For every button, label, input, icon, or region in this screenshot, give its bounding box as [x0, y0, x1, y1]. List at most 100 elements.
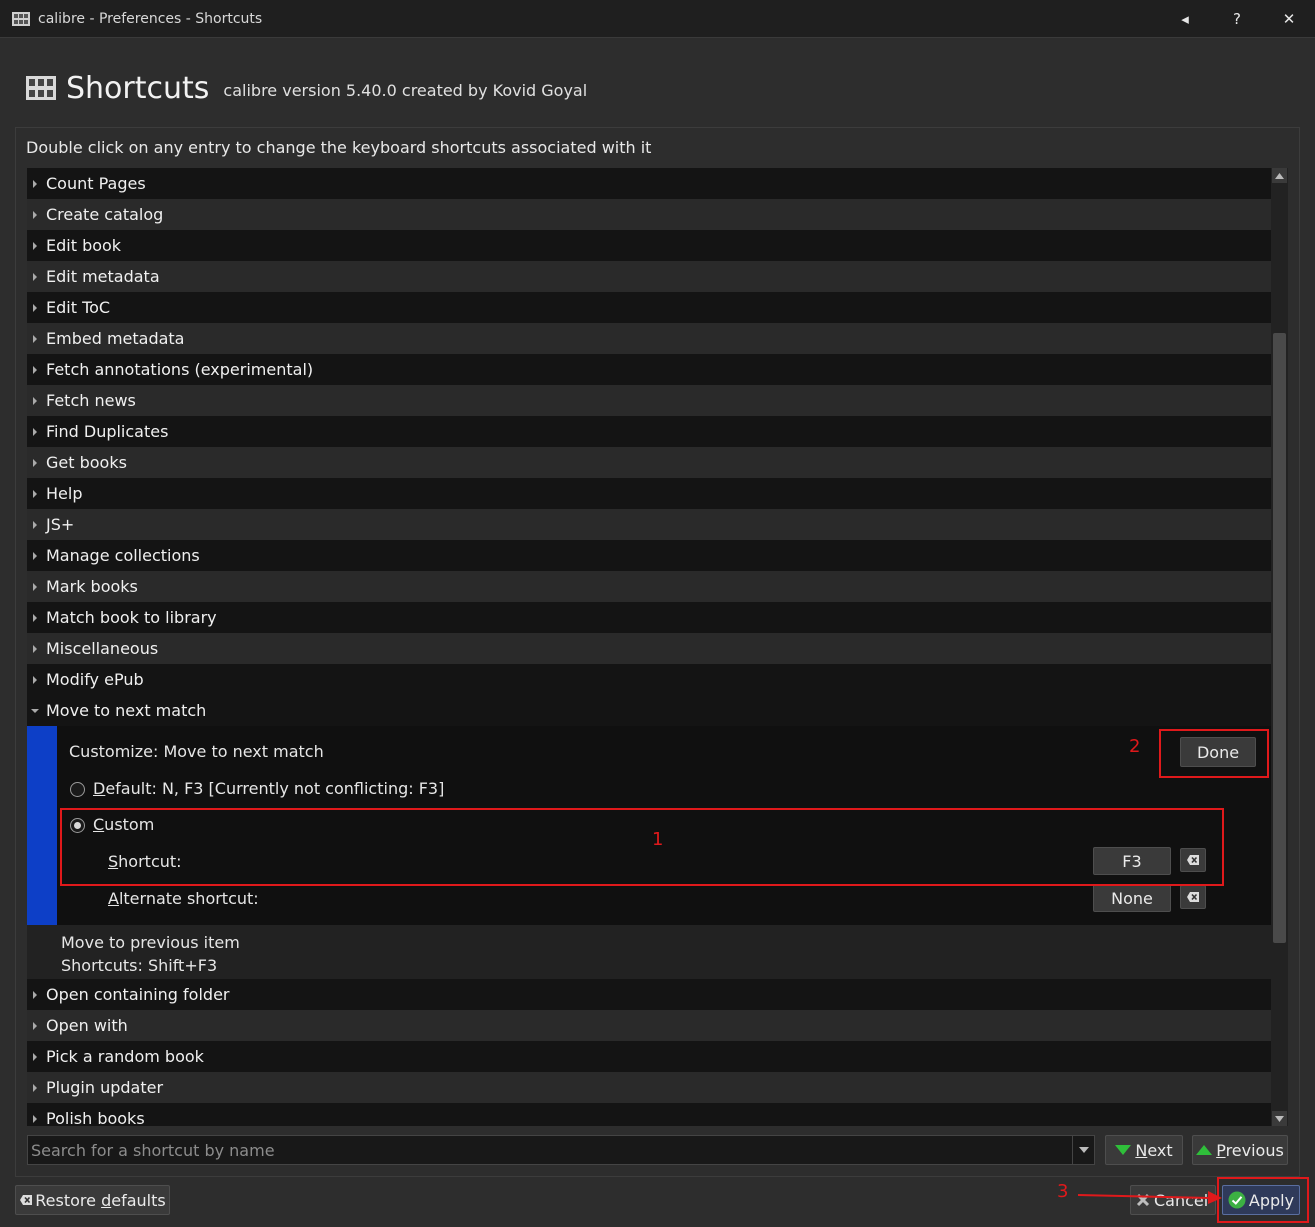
tree-group-item[interactable]: Fetch news: [27, 385, 1271, 416]
expand-right-icon[interactable]: [33, 303, 37, 312]
tree-group-item[interactable]: Edit ToC: [27, 292, 1271, 323]
tree-group-item[interactable]: Help: [27, 478, 1271, 509]
keyboard-icon: [26, 76, 56, 100]
expand-right-icon[interactable]: [33, 365, 37, 374]
page-header: Shortcuts calibre version 5.40.0 created…: [26, 68, 587, 108]
restore-defaults-label: Restore defaults: [35, 1190, 166, 1210]
tree-group-item[interactable]: Create catalog: [27, 199, 1271, 230]
group-label: Help: [46, 484, 83, 503]
instructions-text: Double click on any entry to change the …: [26, 138, 652, 157]
group-label: Open with: [46, 1016, 128, 1035]
next-label: Next: [1135, 1140, 1173, 1160]
expand-right-icon[interactable]: [33, 334, 37, 343]
group-label: Mark books: [46, 577, 138, 596]
tree-group-item[interactable]: Count Pages: [27, 168, 1271, 199]
expand-right-icon[interactable]: [33, 990, 37, 999]
scroll-up-button[interactable]: [1272, 168, 1287, 183]
group-label: Polish books: [46, 1109, 145, 1126]
tree-group-item[interactable]: JS+: [27, 509, 1271, 540]
item-shortcuts: Shortcuts: Shift+F3: [61, 956, 218, 975]
customize-title: Customize: Move to next match: [69, 742, 324, 761]
tree-group-item[interactable]: Find Duplicates: [27, 416, 1271, 447]
expand-right-icon[interactable]: [33, 489, 37, 498]
next-button[interactable]: Next: [1105, 1135, 1183, 1165]
expand-right-icon[interactable]: [33, 1114, 37, 1123]
title-bar: calibre - Preferences - Shortcuts ◂ ? ✕: [0, 0, 1315, 38]
tree-group-item[interactable]: Pick a random book: [27, 1041, 1271, 1072]
annotation-box-apply: [1217, 1177, 1309, 1223]
expand-down-icon[interactable]: [31, 708, 39, 713]
tree-group-item[interactable]: Open containing folder: [27, 979, 1271, 1010]
default-label: Default: N, F3 [Currently not conflictin…: [93, 779, 445, 798]
tree-scrollbar[interactable]: [1271, 168, 1288, 1126]
group-label: Get books: [46, 453, 127, 472]
help-button[interactable]: ?: [1211, 0, 1263, 38]
default-radio[interactable]: [70, 782, 85, 797]
version-info: calibre version 5.40.0 created by Kovid …: [223, 80, 588, 100]
shortcut-tree[interactable]: Count Pages Create catalog Edit book Edit m…: [27, 168, 1271, 1126]
tree-group-item[interactable]: Mark books: [27, 571, 1271, 602]
scroll-down-button[interactable]: [1272, 1111, 1287, 1126]
group-label: Edit ToC: [46, 298, 111, 317]
search-input[interactable]: [28, 1136, 1072, 1164]
shortcut-item-move-to-previous-item[interactable]: Move to previous item Shortcuts: Shift+F…: [27, 925, 1271, 979]
restore-defaults-button[interactable]: Restore defaults: [15, 1185, 170, 1215]
previous-button[interactable]: Previous: [1192, 1135, 1288, 1165]
group-label: Modify ePub: [46, 670, 144, 689]
expand-right-icon[interactable]: [33, 458, 37, 467]
search-box[interactable]: [27, 1135, 1095, 1165]
clear-icon: [1187, 892, 1199, 902]
tree-group-move-to-next-match[interactable]: Move to next match: [27, 695, 1271, 726]
expand-right-icon[interactable]: [33, 582, 37, 591]
group-label: Plugin updater: [46, 1078, 164, 1097]
close-button[interactable]: ✕: [1263, 0, 1315, 38]
expand-right-icon[interactable]: [33, 613, 37, 622]
expand-right-icon[interactable]: [33, 675, 37, 684]
tree-group-item[interactable]: Get books: [27, 447, 1271, 478]
tree-group-item[interactable]: Polish books: [27, 1103, 1271, 1126]
group-label: Open containing folder: [46, 985, 230, 1004]
expand-right-icon[interactable]: [33, 210, 37, 219]
tree-group-item[interactable]: Manage collections: [27, 540, 1271, 571]
tree-group-item[interactable]: Miscellaneous: [27, 633, 1271, 664]
expand-right-icon[interactable]: [33, 520, 37, 529]
group-label: Fetch annotations (experimental): [46, 360, 314, 379]
previous-label: Previous: [1216, 1140, 1284, 1160]
group-label: Match book to library: [46, 608, 217, 627]
scroll-thumb[interactable]: [1273, 333, 1286, 943]
group-label: Pick a random book: [46, 1047, 204, 1066]
group-label: Embed metadata: [46, 329, 185, 348]
tree-group-item[interactable]: Edit book: [27, 230, 1271, 261]
tree-group-item[interactable]: Edit metadata: [27, 261, 1271, 292]
search-history-dropdown[interactable]: [1072, 1136, 1094, 1164]
group-label: Move to next match: [46, 701, 207, 720]
annotation-box-custom: [60, 808, 1224, 886]
expand-right-icon[interactable]: [33, 272, 37, 281]
expand-right-icon[interactable]: [33, 1083, 37, 1092]
expand-right-icon[interactable]: [33, 427, 37, 436]
clear-alternate-shortcut-button[interactable]: [1180, 885, 1206, 909]
back-button[interactable]: ◂: [1159, 0, 1211, 38]
chevron-down-icon: [1078, 1147, 1089, 1153]
expand-right-icon[interactable]: [33, 396, 37, 405]
window-title: calibre - Preferences - Shortcuts: [38, 10, 263, 27]
arrow-up-green-icon: [1196, 1145, 1213, 1155]
expand-right-icon[interactable]: [33, 644, 37, 653]
tree-group-item[interactable]: Embed metadata: [27, 323, 1271, 354]
expand-right-icon[interactable]: [33, 179, 37, 188]
expand-right-icon[interactable]: [33, 551, 37, 560]
tree-group-item[interactable]: Plugin updater: [27, 1072, 1271, 1103]
tree-group-item[interactable]: Open with: [27, 1010, 1271, 1041]
tree-group-item[interactable]: Match book to library: [27, 602, 1271, 633]
tree-group-item[interactable]: Fetch annotations (experimental): [27, 354, 1271, 385]
alternate-shortcut-key-button[interactable]: None: [1093, 884, 1171, 912]
tree-group-item[interactable]: Modify ePub: [27, 664, 1271, 695]
expand-right-icon[interactable]: [33, 241, 37, 250]
annotation-arrow: [1078, 1191, 1222, 1204]
annotation-number-1: 1: [652, 829, 664, 850]
expand-right-icon[interactable]: [33, 1052, 37, 1061]
group-label: Fetch news: [46, 391, 136, 410]
clear-icon: [20, 1195, 33, 1205]
page-title: Shortcuts: [66, 70, 210, 106]
expand-right-icon[interactable]: [33, 1021, 37, 1030]
